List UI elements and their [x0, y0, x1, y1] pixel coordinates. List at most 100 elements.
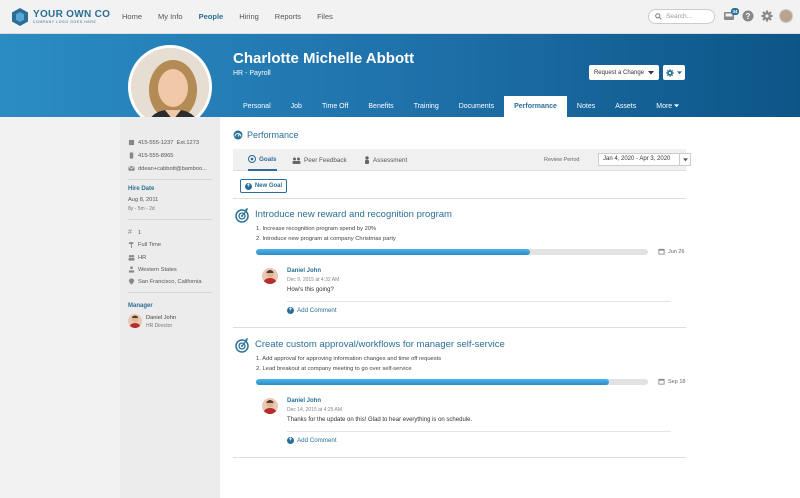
company-tagline: COMPANY LOGO GOES HERE [33, 19, 97, 24]
tab-training[interactable]: Training [404, 96, 449, 117]
goal-due-date: Sep 18 [658, 378, 685, 385]
search-input[interactable]: Search... [648, 9, 715, 24]
tab-job[interactable]: Job [281, 96, 312, 117]
employee-number-row: # 1 [128, 229, 141, 236]
manager-avatar[interactable] [128, 314, 142, 328]
user-avatar[interactable] [779, 9, 793, 23]
notification-badge: 34 [731, 8, 739, 15]
tab-more[interactable]: More [646, 96, 689, 117]
add-comment-label: Add Comment [297, 307, 337, 314]
mobile-phone-row: 415-555-8965 [128, 152, 173, 159]
performance-heading: Performance [233, 130, 299, 140]
commenter-avatar[interactable] [262, 268, 278, 284]
tab-personal[interactable]: Personal [233, 96, 281, 117]
goal-title[interactable]: Introduce new reward and recognition pro… [255, 209, 452, 220]
tab-benefits[interactable]: Benefits [358, 96, 403, 117]
review-period-select[interactable]: Jan 4, 2020 - Apr 3, 2020 [598, 153, 691, 166]
request-change-button[interactable]: Request a Change [589, 65, 659, 80]
goal-milestone: 1. Add approval for approving informatio… [256, 356, 442, 362]
commenter-photo [263, 400, 277, 414]
divider [233, 198, 686, 199]
goal-progress-fill [256, 379, 609, 385]
gauge-icon [233, 130, 243, 140]
work-phone-row: 415-555-1237 Ext.1273 [128, 139, 199, 146]
divider [287, 431, 671, 432]
calendar-icon [658, 378, 665, 385]
goal-title[interactable]: Create custom approval/workflows for man… [255, 339, 505, 350]
divider [128, 292, 212, 293]
email[interactable]: ddean+cabbott@bamboo... [138, 166, 207, 172]
person-icon [365, 156, 369, 164]
performance-subnav: Goals Peer Feedback Assessment Review Pe… [233, 149, 691, 171]
subtab-assessment-label: Assessment [373, 156, 408, 164]
main-nav: Home My Info People Hiring Reports Files [114, 0, 341, 34]
subtab-peer-feedback[interactable]: Peer Feedback [292, 149, 347, 171]
add-comment-label: Add Comment [297, 437, 337, 444]
tab-documents[interactable]: Documents [449, 96, 504, 117]
email-row: ddean+cabbott@bamboo... [128, 165, 207, 172]
hire-date: Aug 8, 2011 [128, 197, 159, 203]
goal-due: Jun 26 [668, 248, 685, 255]
goal-progress-bar[interactable] [256, 379, 648, 385]
tab-performance[interactable]: Performance [504, 96, 567, 117]
goal-target-icon [235, 338, 249, 353]
goal-progress-bar[interactable] [256, 249, 648, 255]
division: Western States [138, 266, 177, 273]
comment-author[interactable]: Daniel John [287, 268, 321, 274]
select-caret [679, 154, 690, 165]
plus-circle-icon: + [287, 307, 294, 314]
subtab-goals-label: Goals [259, 155, 277, 163]
commenter-avatar[interactable] [262, 398, 278, 414]
comment-author[interactable]: Daniel John [287, 398, 321, 404]
goal-due-date: Jun 26 [658, 248, 685, 255]
calendar-icon [658, 248, 665, 255]
location-row: San Francisco, California [128, 278, 202, 285]
goal-milestone: 2. Lead breakout at company meeting to g… [256, 366, 412, 372]
add-comment-button[interactable]: + Add Comment [287, 307, 337, 314]
nav-my-info[interactable]: My Info [150, 0, 191, 34]
profile-tabs: Personal Job Time Off Benefits Training … [233, 96, 689, 117]
tab-notes[interactable]: Notes [567, 96, 605, 117]
subtab-goals[interactable]: Goals [248, 149, 277, 171]
nav-people[interactable]: People [191, 0, 232, 34]
hash-icon: # [128, 229, 132, 236]
top-nav: YOUR OWN CO COMPANY LOGO GOES HERE Home … [0, 0, 800, 34]
review-period-label: Review Period [544, 157, 580, 163]
nav-home[interactable]: Home [114, 0, 150, 34]
divider [128, 179, 212, 180]
subtab-assessment[interactable]: Assessment [364, 149, 407, 171]
location-pin-icon [128, 278, 135, 285]
chevron-down-icon [674, 104, 680, 108]
add-comment-button[interactable]: + Add Comment [287, 437, 337, 444]
review-period-value: Jan 4, 2020 - Apr 3, 2020 [603, 156, 671, 162]
subtab-peer-feedback-label: Peer Feedback [304, 156, 347, 164]
manager-name[interactable]: Daniel John [146, 315, 176, 321]
main-content: Performance Goals Peer Feedback Assessme… [220, 117, 800, 498]
mobile-phone[interactable]: 415-555-8965 [138, 153, 173, 159]
settings-gear-icon[interactable] [761, 10, 773, 22]
goal-milestone: 1. Increase recognition program spend by… [256, 226, 377, 232]
target-icon [248, 155, 256, 163]
commenter-photo [263, 270, 277, 284]
nav-reports[interactable]: Reports [267, 0, 309, 34]
divider [287, 301, 671, 302]
manager-label: Manager [128, 303, 153, 309]
nav-hiring[interactable]: Hiring [231, 0, 267, 34]
work-ext: Ext.1273 [176, 139, 200, 146]
people-icon [292, 157, 301, 164]
profile-settings-button[interactable] [663, 65, 685, 80]
company-logo[interactable]: YOUR OWN CO COMPANY LOGO GOES HERE [12, 8, 110, 26]
nav-files[interactable]: Files [309, 0, 341, 34]
work-phone[interactable]: 415-555-1237 [138, 140, 173, 146]
profile-sidebar: 415-555-1237 Ext.1273 415-555-8965 ddean… [120, 117, 220, 498]
org-chart-icon [128, 266, 135, 273]
request-change-label: Request a Change [593, 69, 645, 76]
help-icon[interactable]: ? [742, 10, 754, 22]
department: HR [138, 254, 147, 261]
tab-time-off[interactable]: Time Off [312, 96, 358, 117]
manager-photo [129, 315, 141, 328]
new-goal-button[interactable]: + New Goal [240, 179, 287, 193]
tab-assets[interactable]: Assets [605, 96, 646, 117]
gear-icon [666, 68, 674, 77]
chevron-down-icon [682, 157, 688, 161]
